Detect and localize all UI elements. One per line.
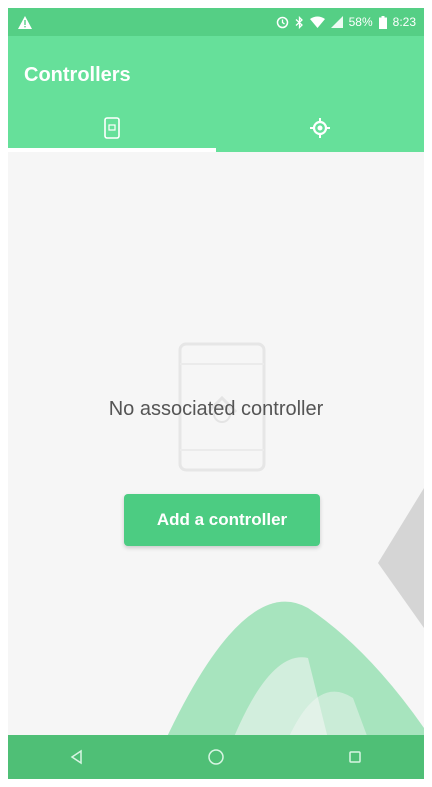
navigation-bar	[8, 735, 424, 779]
phone-device-icon	[104, 116, 120, 144]
status-bar: 58% 8:23	[8, 8, 424, 36]
phone-screen: 58% 8:23 Controllers No associated contr…	[8, 8, 424, 779]
battery-percent: 58%	[348, 15, 373, 29]
tab-settings[interactable]	[216, 108, 424, 152]
back-button[interactable]	[57, 737, 97, 777]
recents-icon	[348, 751, 361, 763]
add-controller-button[interactable]: Add a controller	[124, 494, 320, 546]
alarm-icon	[276, 16, 289, 29]
page-title: Controllers	[24, 64, 131, 86]
empty-state-message: No associated controller	[108, 398, 324, 420]
tab-controllers[interactable]	[8, 108, 216, 152]
cell-signal-icon	[330, 16, 343, 28]
battery-icon	[378, 15, 387, 29]
main-content: No associated controller Add a controlle…	[8, 152, 424, 735]
warning-icon	[18, 15, 32, 29]
recents-button[interactable]	[335, 737, 375, 777]
app-bar: Controllers	[8, 36, 424, 152]
home-button[interactable]	[196, 737, 236, 777]
back-icon	[70, 749, 83, 765]
bluetooth-icon	[295, 15, 304, 29]
wifi-icon	[309, 16, 325, 28]
home-icon	[208, 749, 224, 765]
clock: 8:23	[392, 15, 416, 29]
tab-bar	[8, 108, 424, 152]
gear-icon	[309, 117, 331, 144]
